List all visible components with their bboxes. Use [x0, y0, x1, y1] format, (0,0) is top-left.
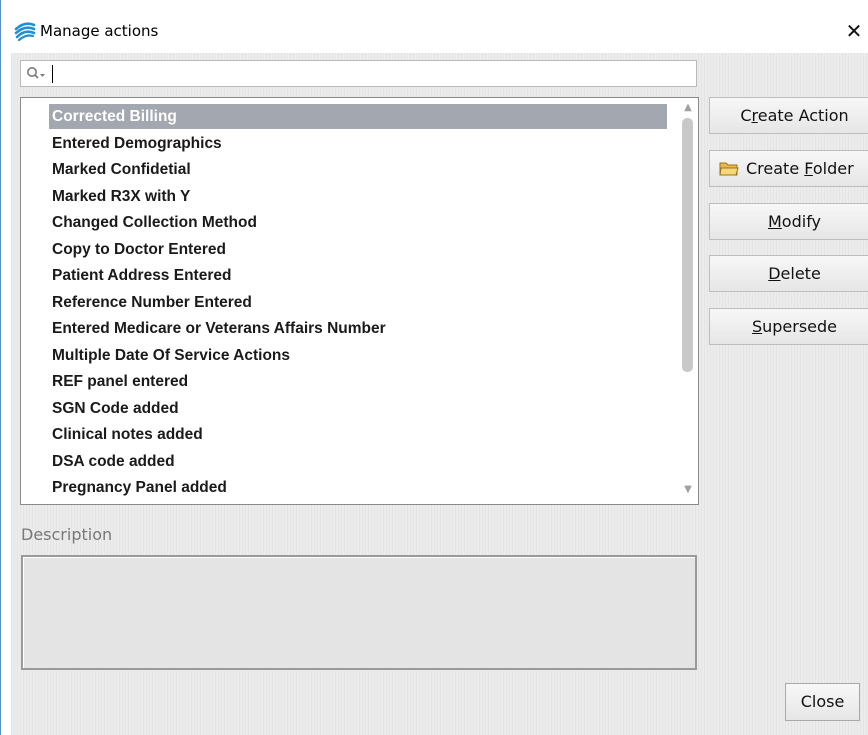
close-mnemonic: C [800, 692, 812, 711]
scroll-down-arrow-icon[interactable]: ▼ [681, 483, 695, 497]
description-field[interactable] [21, 555, 697, 670]
modify-label-post: odify [781, 212, 822, 231]
list-item[interactable]: Clinical notes added [49, 422, 667, 447]
supersede-mnemonic: S [751, 317, 763, 336]
list-item[interactable]: DSA code added [49, 449, 667, 474]
list-item[interactable]: Pregnancy Panel added [49, 475, 667, 500]
create-action-label-post: eate Action [757, 106, 849, 125]
app-logo-icon [14, 22, 36, 41]
list-item[interactable]: Entered Medicare or Veterans Affairs Num… [49, 316, 667, 341]
search-icon[interactable] [26, 66, 46, 82]
modify-mnemonic: M [767, 212, 782, 231]
list-item[interactable]: Corrected Billing [49, 104, 667, 129]
list-item[interactable]: Multiple Date Of Service Actions [49, 343, 667, 368]
create-folder-mnemonic: F [804, 159, 813, 178]
create-folder-label: Create Folder [746, 151, 854, 186]
window-close-icon[interactable]: ✕ [842, 19, 866, 43]
create-action-button[interactable]: Create Action [709, 97, 868, 134]
actions-list[interactable]: Corrected Billing Entered Demographics Mar… [20, 97, 699, 505]
list-item[interactable]: Patient Address Entered [49, 263, 667, 288]
list-item[interactable]: Marked R3X with Y [49, 184, 667, 209]
list-item[interactable]: Marked Confidetial [49, 157, 667, 182]
list-scrollbar[interactable]: ▲ ▼ [678, 98, 698, 504]
list-item[interactable]: SGN Code added [49, 396, 667, 421]
manage-actions-window: Manage actions ✕ Corrected Billing Entere… [0, 0, 868, 735]
close-button[interactable]: Close [785, 683, 860, 721]
modify-button[interactable]: Modify [709, 203, 868, 240]
create-folder-label-post: older [812, 159, 854, 178]
title-bar: Manage actions ✕ [2, 0, 868, 52]
dialog-body: Corrected Billing Entered Demographics Mar… [11, 53, 868, 735]
supersede-button[interactable]: Supersede [709, 308, 868, 345]
search-input[interactable] [55, 63, 685, 84]
list-item[interactable]: Reference Number Entered [49, 290, 667, 315]
folder-icon [719, 162, 739, 176]
list-item[interactable]: Copy to Doctor Entered [49, 237, 667, 262]
list-item[interactable]: Entered Demographics [49, 131, 667, 156]
create-action-label-pre: C [740, 106, 752, 125]
text-caret [52, 65, 53, 83]
create-folder-label-pre: Create [746, 159, 805, 178]
delete-mnemonic: D [768, 264, 781, 283]
delete-button[interactable]: Delete [709, 255, 868, 292]
window-title: Manage actions [40, 22, 159, 40]
create-folder-button[interactable]: Create Folder [709, 150, 868, 187]
scroll-up-arrow-icon[interactable]: ▲ [681, 101, 695, 115]
list-item[interactable]: Changed Collection Method [49, 210, 667, 235]
description-label: Description [21, 525, 113, 544]
list-item[interactable]: REF panel entered [49, 369, 667, 394]
supersede-label-post: upersede [762, 317, 838, 336]
delete-label-post: elete [780, 264, 821, 283]
close-label-post: lose [811, 692, 845, 711]
search-box[interactable] [20, 60, 697, 87]
scrollbar-thumb[interactable] [682, 118, 693, 372]
